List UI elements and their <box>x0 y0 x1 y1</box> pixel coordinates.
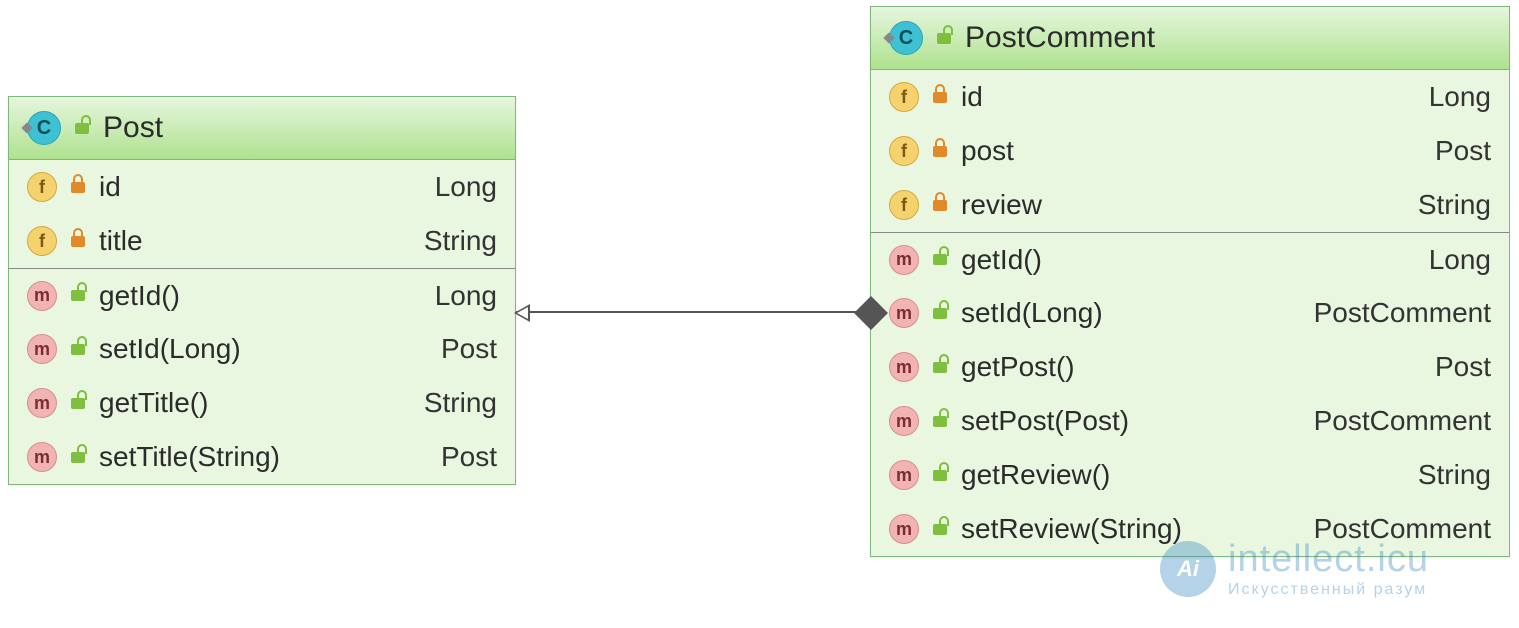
method-row: m getId() Long <box>9 268 515 322</box>
method-name: getId() <box>99 280 423 312</box>
field-badge-icon: f <box>27 172 57 202</box>
method-name: getReview() <box>961 459 1406 491</box>
class class-badge-icon: C <box>889 21 923 55</box>
method-row: m getPost() Post <box>871 340 1509 394</box>
field-badge-icon: f <box>889 190 919 220</box>
class class-badge-icon: C <box>27 111 61 145</box>
method-return-type: Post <box>1435 351 1491 383</box>
field-badge-icon: f <box>889 136 919 166</box>
public-unlock-icon <box>931 464 949 486</box>
public-unlock-icon <box>935 27 953 49</box>
method-badge-icon: m <box>889 298 919 328</box>
method-return-type: Long <box>435 280 497 312</box>
method-name: getTitle() <box>99 387 412 419</box>
method-row: m setId(Long) Post <box>9 322 515 376</box>
method-badge-icon: m <box>889 460 919 490</box>
method-row: m setId(Long) PostComment <box>871 286 1509 340</box>
class-postcomment: C PostComment f id Long f post Post f review Strin… <box>870 6 1510 557</box>
method-return-type: Post <box>441 333 497 365</box>
method-return-type: Long <box>1429 244 1491 276</box>
public-unlock-icon <box>69 446 87 468</box>
method-name: setReview(String) <box>961 513 1302 545</box>
method-return-type: PostComment <box>1314 297 1491 329</box>
field-badge-icon: f <box>27 226 57 256</box>
field-type: Post <box>1435 135 1491 167</box>
method-badge-icon: m <box>889 406 919 436</box>
method-name: setTitle(String) <box>99 441 429 473</box>
field-name: review <box>961 189 1406 221</box>
public-unlock-icon <box>69 338 87 360</box>
method-row: m setReview(String) PostComment <box>871 502 1509 556</box>
public-unlock-icon <box>931 249 949 271</box>
class-post: C Post f id Long f title String m getId() Long m set… <box>8 96 516 485</box>
public-unlock-icon <box>69 285 87 307</box>
field-type: Long <box>435 171 497 203</box>
class-header: C PostComment <box>871 7 1509 70</box>
watermark-subtitle: Искусственный разум <box>1228 582 1429 598</box>
field-row: f id Long <box>9 160 515 214</box>
method-name: setPost(Post) <box>961 405 1302 437</box>
method-name: getId() <box>961 244 1417 276</box>
class-name: Post <box>103 111 163 145</box>
method-badge-icon: m <box>27 388 57 418</box>
private-lock-icon <box>69 176 87 198</box>
method-row: m getId() Long <box>871 232 1509 286</box>
method-return-type: String <box>424 387 497 419</box>
method-row: m getTitle() String <box>9 376 515 430</box>
method-badge-icon: m <box>27 334 57 364</box>
field-type: String <box>1418 189 1491 221</box>
method-badge-icon: m <box>27 442 57 472</box>
public-unlock-icon <box>931 410 949 432</box>
field-row: f id Long <box>871 70 1509 124</box>
class-header: C Post <box>9 97 515 160</box>
method-return-type: Post <box>441 441 497 473</box>
method-row: m setTitle(String) Post <box>9 430 515 484</box>
private-lock-icon <box>931 140 949 162</box>
method-name: getPost() <box>961 351 1423 383</box>
field-row: f title String <box>9 214 515 268</box>
method-row: m getReview() String <box>871 448 1509 502</box>
public-unlock-icon <box>73 117 91 139</box>
field-type: Long <box>1429 81 1491 113</box>
private-lock-icon <box>931 194 949 216</box>
method-badge-icon: m <box>889 352 919 382</box>
field-row: f review String <box>871 178 1509 232</box>
private-lock-icon <box>69 230 87 252</box>
field-name: id <box>961 81 1417 113</box>
field-name: title <box>99 225 412 257</box>
field-badge-icon: f <box>889 82 919 112</box>
public-unlock-icon <box>931 518 949 540</box>
field-row: f post Post <box>871 124 1509 178</box>
method-return-type: PostComment <box>1314 513 1491 545</box>
field-name: post <box>961 135 1423 167</box>
class-name: PostComment <box>965 21 1155 55</box>
method-badge-icon: m <box>889 514 919 544</box>
method-name: setId(Long) <box>961 297 1302 329</box>
method-badge-icon: m <box>889 245 919 275</box>
composition-connector <box>516 311 870 313</box>
method-badge-icon: m <box>27 281 57 311</box>
field-name: id <box>99 171 423 203</box>
method-return-type: PostComment <box>1314 405 1491 437</box>
method-name: setId(Long) <box>99 333 429 365</box>
arrowhead-icon <box>514 304 530 322</box>
private-lock-icon <box>931 86 949 108</box>
method-row: m setPost(Post) PostComment <box>871 394 1509 448</box>
public-unlock-icon <box>69 392 87 414</box>
method-return-type: String <box>1418 459 1491 491</box>
public-unlock-icon <box>931 302 949 324</box>
public-unlock-icon <box>931 356 949 378</box>
field-type: String <box>424 225 497 257</box>
